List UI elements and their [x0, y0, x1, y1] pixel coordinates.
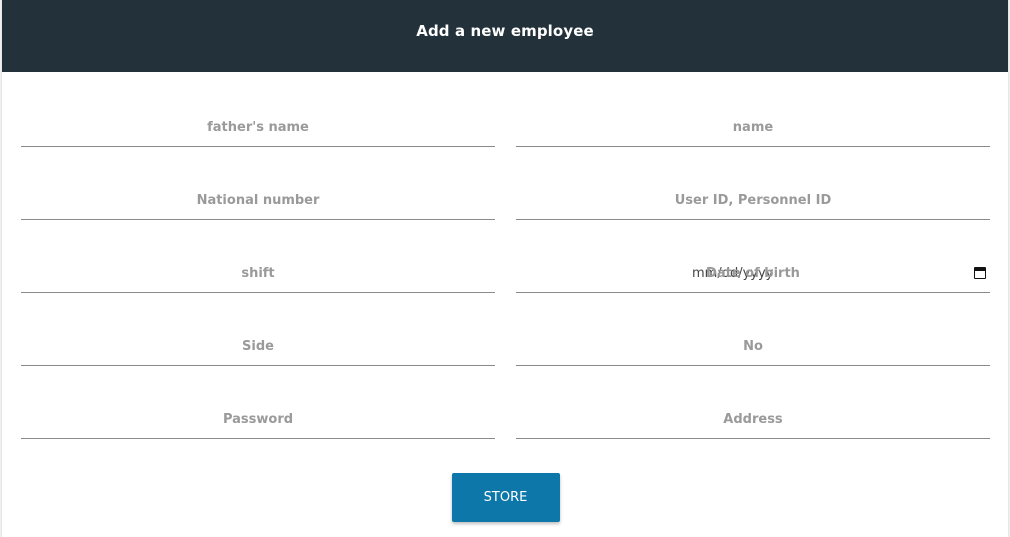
password-input[interactable]	[21, 400, 495, 439]
form-row: mm/dd/yyyy Date of birth	[21, 218, 990, 293]
date-of-birth-input[interactable]	[516, 254, 990, 293]
side-field	[21, 291, 495, 366]
fathers-name-field	[21, 72, 495, 147]
no-input[interactable]	[516, 327, 990, 366]
address-field	[516, 364, 990, 439]
form-row	[21, 145, 990, 220]
name-input[interactable]	[516, 108, 990, 147]
side-input[interactable]	[21, 327, 495, 366]
form-row	[21, 364, 990, 439]
fathers-name-input[interactable]	[21, 108, 495, 147]
national-number-field	[21, 145, 495, 220]
user-id-field	[516, 145, 990, 220]
shift-field	[21, 218, 495, 293]
calendar-icon[interactable]	[974, 267, 986, 279]
form-row	[21, 72, 990, 147]
page-title: Add a new employee	[416, 22, 594, 40]
date-of-birth-field: mm/dd/yyyy Date of birth	[516, 218, 990, 293]
password-field	[21, 364, 495, 439]
employee-form-card: Add a new employee father's name name Na…	[2, 0, 1008, 537]
address-input[interactable]	[516, 400, 990, 439]
form-header: Add a new employee	[2, 0, 1008, 72]
form-row	[21, 291, 990, 366]
form-fields: mm/dd/yyyy Date of birth	[21, 72, 990, 439]
name-field	[516, 72, 990, 147]
store-button[interactable]: STORE	[451, 473, 560, 522]
shift-input[interactable]	[21, 254, 495, 293]
user-id-input[interactable]	[516, 181, 990, 220]
submit-area: STORE	[2, 473, 1008, 522]
national-number-input[interactable]	[21, 181, 495, 220]
no-field	[516, 291, 990, 366]
